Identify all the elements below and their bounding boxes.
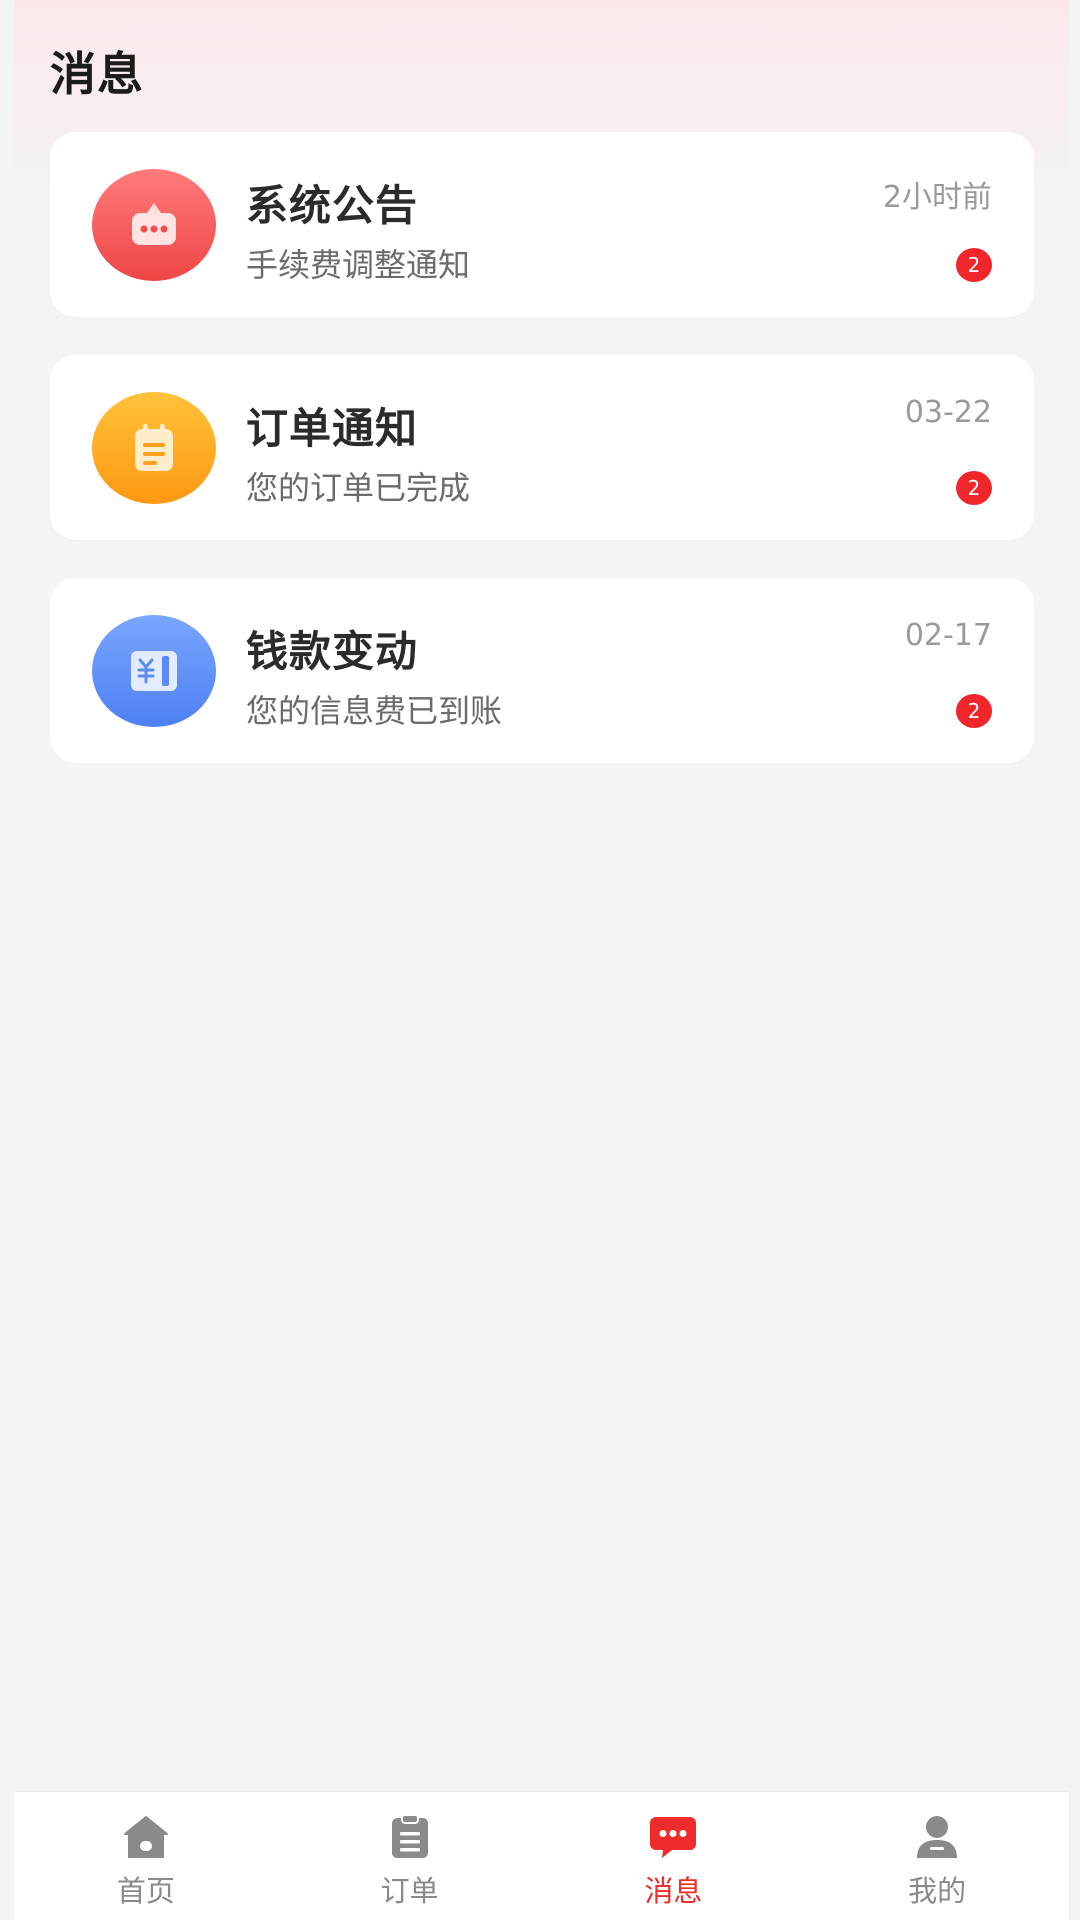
order-clipboard-icon bbox=[385, 1814, 435, 1860]
message-title: 系统公告 bbox=[246, 181, 419, 230]
message-preview: 手续费调整通知 bbox=[246, 246, 471, 284]
message-title: 订单通知 bbox=[246, 404, 419, 453]
tab-profile[interactable]: 我的 bbox=[805, 1792, 1069, 1920]
message-title: 钱款变动 bbox=[246, 627, 419, 676]
page-title: 消息 bbox=[50, 47, 144, 101]
app-screen: 消息 系统公告 手续费调整通知 2小时前 2 订单通知 您的订单已完成 03-2… bbox=[14, 0, 1069, 1920]
tab-label: 首页 bbox=[116, 1874, 175, 1908]
message-card-order[interactable]: 订单通知 您的订单已完成 03-22 2 bbox=[50, 355, 1034, 540]
unread-badge: 2 bbox=[956, 694, 992, 728]
tab-home[interactable]: 首页 bbox=[14, 1792, 278, 1920]
message-time: 02-17 bbox=[904, 618, 992, 653]
wallet-icon bbox=[92, 615, 216, 727]
clipboard-icon bbox=[92, 392, 216, 504]
tab-label: 我的 bbox=[908, 1874, 967, 1908]
unread-badge: 2 bbox=[956, 471, 992, 505]
tab-messages[interactable]: 消息 bbox=[542, 1792, 806, 1920]
message-card-funds[interactable]: 钱款变动 您的信息费已到账 02-17 2 bbox=[50, 578, 1034, 763]
announcement-icon bbox=[92, 169, 216, 281]
message-time: 03-22 bbox=[904, 395, 992, 430]
message-card-system[interactable]: 系统公告 手续费调整通知 2小时前 2 bbox=[50, 132, 1034, 317]
home-icon bbox=[121, 1814, 171, 1860]
tab-label: 订单 bbox=[380, 1874, 439, 1908]
message-preview: 您的订单已完成 bbox=[246, 469, 471, 507]
user-icon bbox=[912, 1814, 962, 1860]
bottom-tab-bar: 首页 订单 消息 我的 bbox=[14, 1791, 1069, 1920]
tab-orders[interactable]: 订单 bbox=[278, 1792, 542, 1920]
unread-badge: 2 bbox=[956, 248, 992, 282]
message-list: 系统公告 手续费调整通知 2小时前 2 订单通知 您的订单已完成 03-22 2 bbox=[50, 132, 1034, 801]
chat-icon bbox=[648, 1814, 698, 1860]
message-preview: 您的信息费已到账 bbox=[246, 692, 503, 730]
tab-label: 消息 bbox=[644, 1874, 703, 1908]
message-time: 2小时前 bbox=[882, 180, 992, 215]
